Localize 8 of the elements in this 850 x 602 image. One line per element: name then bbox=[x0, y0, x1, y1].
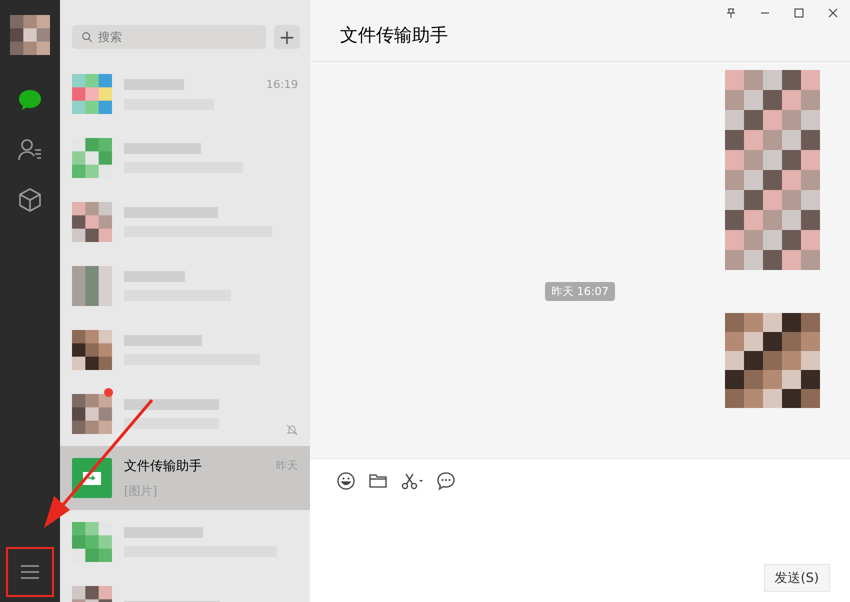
chat-time: 16:19 bbox=[266, 78, 298, 91]
message-input[interactable]: 发送(S) bbox=[310, 458, 850, 602]
add-button[interactable]: + bbox=[274, 25, 300, 49]
timestamp: 昨天 16:07 bbox=[545, 282, 615, 301]
window-title: 文件传输助手 bbox=[340, 24, 448, 47]
send-button[interactable]: 发送(S) bbox=[764, 564, 830, 592]
chat-name: 文件传输助手 bbox=[124, 458, 202, 474]
search-field[interactable]: 搜索 bbox=[72, 25, 266, 49]
